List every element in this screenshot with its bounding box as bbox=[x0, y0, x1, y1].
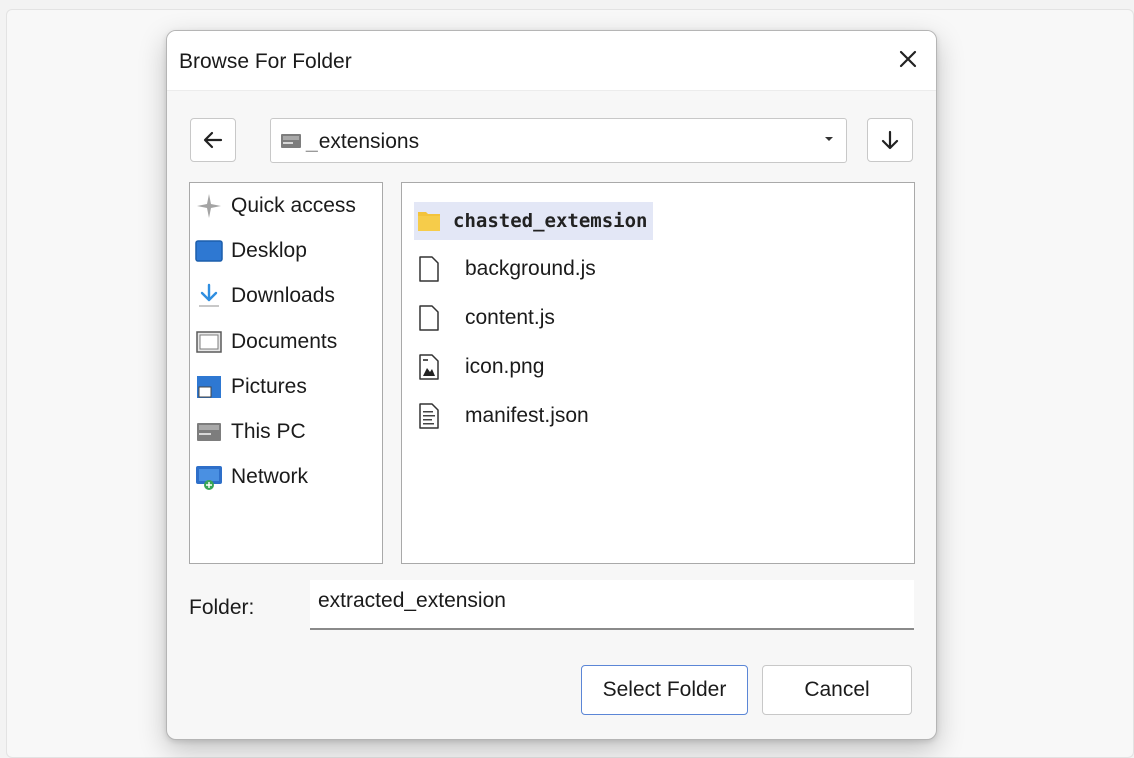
network-icon bbox=[194, 464, 224, 490]
path-dropdown[interactable]: _extensions bbox=[270, 118, 847, 163]
file-label-content-js: content.js bbox=[465, 306, 555, 329]
back-button[interactable] bbox=[190, 118, 236, 162]
file-item-icon-png[interactable]: icon.png bbox=[414, 348, 550, 386]
nav-item-pictures[interactable]: Pictures bbox=[194, 368, 378, 406]
close-icon bbox=[899, 50, 917, 68]
path-text: extensions bbox=[318, 130, 420, 153]
file-item-manifest-json[interactable]: manifest.json bbox=[414, 397, 595, 435]
nav-label-quick-access: Quick access bbox=[231, 194, 356, 217]
nav-label-network: Network bbox=[231, 465, 309, 488]
nav-item-documents[interactable]: Documents bbox=[194, 323, 378, 361]
nav-label-documents: Documents bbox=[231, 330, 338, 353]
nav-label-this-pc: This PC bbox=[231, 420, 306, 443]
file-label-folder: chasted_extemsion bbox=[453, 210, 648, 232]
nav-item-network[interactable]: Network bbox=[194, 458, 378, 496]
file-icon bbox=[414, 303, 444, 333]
json-file-icon bbox=[414, 401, 444, 431]
nav-item-downloads[interactable]: Downloads bbox=[194, 277, 378, 315]
file-item-background-js[interactable]: background.js bbox=[414, 250, 602, 288]
file-label-icon-png: icon.png bbox=[465, 355, 545, 378]
title-bar: Browse For Folder bbox=[167, 31, 936, 91]
select-folder-button[interactable]: Select Folder bbox=[581, 665, 748, 715]
file-icon bbox=[414, 254, 444, 284]
this-pc-icon bbox=[194, 419, 224, 445]
nav-label-pictures: Pictures bbox=[231, 375, 307, 398]
file-item-folder-selected[interactable]: chasted_extemsion bbox=[414, 202, 654, 240]
arrow-left-icon bbox=[203, 131, 223, 149]
star-icon bbox=[194, 193, 224, 219]
down-button[interactable] bbox=[867, 118, 913, 162]
file-label-background-js: background.js bbox=[465, 257, 596, 280]
file-item-content-js[interactable]: content.js bbox=[414, 299, 561, 337]
nav-item-this-pc[interactable]: This PC bbox=[194, 413, 378, 451]
folder-input[interactable] bbox=[310, 580, 914, 630]
dialog-title: Browse For Folder bbox=[179, 50, 352, 73]
download-icon bbox=[194, 283, 224, 309]
file-label-manifest-json: manifest.json bbox=[465, 404, 589, 427]
pictures-icon bbox=[194, 374, 224, 400]
file-list-pane: chasted_extemsion background.js content.… bbox=[401, 182, 915, 564]
cancel-button[interactable]: Cancel bbox=[762, 665, 912, 715]
path-value: _extensions bbox=[306, 130, 419, 154]
image-file-icon bbox=[414, 352, 444, 382]
navigation-pane: Quick access Desklop Downloads Documents… bbox=[189, 182, 383, 564]
browse-folder-dialog: Browse For Folder _extensions Quick acce… bbox=[166, 30, 937, 740]
path-cursor: _ bbox=[306, 130, 318, 153]
nav-label-downloads: Downloads bbox=[231, 284, 335, 307]
drive-icon bbox=[281, 134, 301, 148]
close-button[interactable] bbox=[892, 43, 924, 75]
documents-icon bbox=[194, 329, 224, 355]
arrow-down-icon bbox=[881, 130, 899, 150]
folder-label: Folder: bbox=[189, 596, 255, 619]
caret-down-icon bbox=[825, 137, 833, 141]
nav-label-desktop: Desklop bbox=[231, 239, 307, 262]
folder-icon bbox=[414, 206, 444, 236]
desktop-icon bbox=[194, 238, 224, 264]
nav-item-desktop[interactable]: Desklop bbox=[194, 232, 378, 270]
nav-item-quick-access[interactable]: Quick access bbox=[194, 187, 378, 225]
